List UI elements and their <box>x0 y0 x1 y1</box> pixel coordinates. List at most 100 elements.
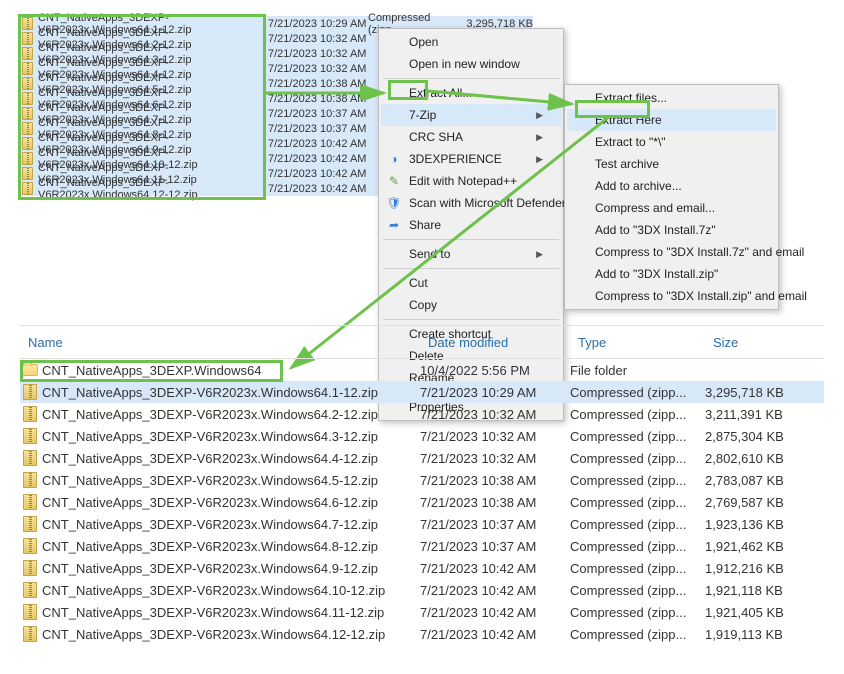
zip-icon <box>20 137 34 151</box>
file-row[interactable]: CNT_NativeApps_3DEXP-V6R2023x.Windows64.… <box>20 579 824 601</box>
file-date: 7/21/2023 10:32 AM <box>268 63 368 75</box>
file-type: Compressed (zipp... <box>570 429 705 444</box>
zip-icon <box>20 122 34 136</box>
file-name: CNT_NativeApps_3DEXP-V6R2023x.Windows64.… <box>40 539 420 554</box>
zip-icon <box>20 182 34 196</box>
separator <box>383 78 559 79</box>
file-name: CNT_NativeApps_3DEXP-V6R2023x.Windows64.… <box>40 627 420 642</box>
ctx-extract-all[interactable]: Extract All... <box>381 82 561 104</box>
sub-extract-to[interactable]: Extract to "*\" <box>567 131 776 153</box>
sub-extract-files[interactable]: Extract files... <box>567 87 776 109</box>
file-type: Compressed (zipp... <box>570 583 705 598</box>
file-size: 2,783,087 KB <box>705 473 805 488</box>
ctx-7zip[interactable]: 7-Zip▶ <box>381 104 561 126</box>
zip-icon <box>23 494 37 510</box>
file-row[interactable]: CNT_NativeApps_3DEXP-V6R2023x.Windows64.… <box>20 535 824 557</box>
file-name: CNT_NativeApps_3DEXP-V6R2023x.Windows64.… <box>40 605 420 620</box>
file-date: 7/21/2023 10:38 AM <box>420 473 570 488</box>
sub-add-archive[interactable]: Add to archive... <box>567 175 776 197</box>
zip-icon <box>20 32 34 46</box>
file-size: 1,923,136 KB <box>705 517 805 532</box>
file-row[interactable]: CNT_NativeApps_3DEXP-V6R2023x.Windows64.… <box>20 403 824 425</box>
sub-compress-7z-email[interactable]: Compress to "3DX Install.7z" and email <box>567 241 776 263</box>
sub-add-zip[interactable]: Add to "3DX Install.zip" <box>567 263 776 285</box>
zip-icon <box>23 384 37 400</box>
file-name: CNT_NativeApps_3DEXP-V6R2023x.Windows64.… <box>40 429 420 444</box>
file-date: 7/21/2023 10:38 AM <box>268 93 368 105</box>
ctx-defender[interactable]: 🛡Scan with Microsoft Defender... <box>381 192 561 214</box>
file-date: 7/21/2023 10:42 AM <box>420 605 570 620</box>
notepad-icon: ✎ <box>385 172 403 190</box>
file-name: CNT_NativeApps_3DEXP-V6R2023x.Windows64.… <box>40 583 420 598</box>
file-date: 7/21/2023 10:32 AM <box>268 48 368 60</box>
chevron-right-icon: ▶ <box>536 132 543 143</box>
file-row[interactable]: CNT_NativeApps_3DEXP-V6R2023x.Windows64.… <box>20 513 824 535</box>
zip-icon <box>23 626 37 642</box>
ctx-cut[interactable]: Cut <box>381 272 561 294</box>
ctx-notepad[interactable]: ✎Edit with Notepad++ <box>381 170 561 192</box>
sub-extract-here[interactable]: Extract Here <box>567 109 776 131</box>
chevron-right-icon: ▶ <box>536 110 543 121</box>
zip-icon <box>23 582 37 598</box>
ctx-send-to[interactable]: Send to▶ <box>381 243 561 265</box>
file-row[interactable]: CNT_NativeApps_3DEXP-V6R2023x.Windows64.… <box>20 623 824 645</box>
file-size: 3,211,391 KB <box>705 407 805 422</box>
chevron-right-icon: ▶ <box>536 249 543 260</box>
zip-icon <box>20 107 34 121</box>
separator <box>383 239 559 240</box>
file-row[interactable]: CNT_NativeApps_3DEXP-V6R2023x.Windows64.… <box>20 601 824 623</box>
file-type: Compressed (zipp... <box>570 495 705 510</box>
sub-add-7z[interactable]: Add to "3DX Install.7z" <box>567 219 776 241</box>
zip-icon <box>23 428 37 444</box>
file-row[interactable]: CNT_NativeApps_3DEXP-V6R2023x.Windows64.… <box>20 425 824 447</box>
zip-icon <box>23 516 37 532</box>
file-type: Compressed (zipp... <box>570 517 705 532</box>
compass-icon: ◑ <box>385 150 403 168</box>
file-date: 7/21/2023 10:37 AM <box>268 108 368 120</box>
file-type: Compressed (zipp... <box>570 627 705 642</box>
ctx-crc-sha[interactable]: CRC SHA▶ <box>381 126 561 148</box>
zip-icon <box>23 560 37 576</box>
zip-icon <box>20 92 34 106</box>
chevron-right-icon: ▶ <box>536 154 543 165</box>
file-size: 3,295,718 KB <box>705 385 805 400</box>
file-row[interactable]: CNT_NativeApps_3DEXP-V6R2023x.Windows64.… <box>20 557 824 579</box>
sub-compress-zip-email[interactable]: Compress to "3DX Install.zip" and email <box>567 285 776 307</box>
file-row[interactable]: CNT_NativeApps_3DEXP-V6R2023x.Windows64.… <box>20 491 824 513</box>
file-row[interactable]: CNT_NativeApps_3DEXP-V6R2023x.Windows64.… <box>20 469 824 491</box>
file-date: 7/21/2023 10:32 AM <box>420 407 570 422</box>
ctx-copy[interactable]: Copy <box>381 294 561 316</box>
file-size: 1,919,113 KB <box>705 627 805 642</box>
ctx-3dexperience[interactable]: ◑3DEXPERIENCE▶ <box>381 148 561 170</box>
file-type: Compressed (zipp... <box>570 561 705 576</box>
ctx-share[interactable]: ➦Share <box>381 214 561 236</box>
file-row[interactable]: CNT_NativeApps_3DEXP-V6R2023x.Windows64.… <box>20 447 824 469</box>
file-name: CNT_NativeApps_3DEXP-V6R2023x.Windows64.… <box>40 407 420 422</box>
ctx-open-new-window[interactable]: Open in new window <box>381 53 561 75</box>
file-name: CNT_NativeApps_3DEXP-V6R2023x.Windows64.… <box>40 495 420 510</box>
file-name: CNT_NativeApps_3DEXP-V6R2023x.Windows64.… <box>40 385 420 400</box>
ctx-open[interactable]: Open <box>381 31 561 53</box>
file-date: 7/21/2023 10:37 AM <box>420 517 570 532</box>
file-date: 7/21/2023 10:32 AM <box>420 451 570 466</box>
col-type[interactable]: Type <box>570 335 705 350</box>
file-type: Compressed (zipp... <box>570 385 705 400</box>
sub-test-archive[interactable]: Test archive <box>567 153 776 175</box>
file-date: 7/21/2023 10:29 AM <box>420 385 570 400</box>
file-size: 1,912,216 KB <box>705 561 805 576</box>
zip-icon <box>20 62 34 76</box>
col-size[interactable]: Size <box>705 335 805 350</box>
file-date: 7/21/2023 10:42 AM <box>268 138 368 150</box>
file-size: 1,921,462 KB <box>705 539 805 554</box>
file-name: CNT_NativeApps_3DEXP-V6R2023x.Windows64.… <box>40 451 420 466</box>
col-name[interactable]: Name <box>20 335 420 350</box>
file-type: Compressed (zipp... <box>570 473 705 488</box>
col-date-modified[interactable]: Date modified <box>420 335 570 350</box>
separator <box>383 319 559 320</box>
sub-compress-email[interactable]: Compress and email... <box>567 197 776 219</box>
file-row[interactable]: CNT_NativeApps_3DEXP-V6R2023x.Windows64.… <box>20 381 824 403</box>
file-name: CNT_NativeApps_3DEXP-V6R2023x.Windows64.… <box>40 517 420 532</box>
file-date: 7/21/2023 10:32 AM <box>420 429 570 444</box>
zip-icon <box>23 604 37 620</box>
folder-row[interactable]: CNT_NativeApps_3DEXP.Windows6410/4/2022 … <box>20 359 824 381</box>
